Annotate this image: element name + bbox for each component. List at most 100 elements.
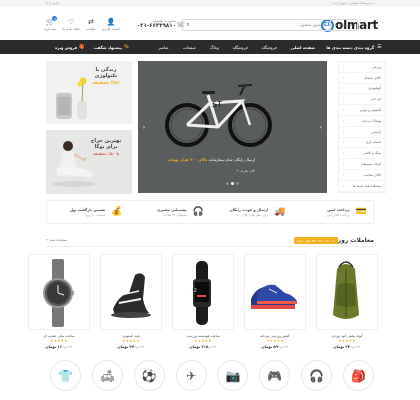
sidebar-item[interactable]: کالای دیجیتال ‹ <box>339 73 385 84</box>
product-price: ۴۷۰,۰۰۰ تومان <box>117 344 145 349</box>
sidebar-item-label: سنگ و کاشی <box>363 151 381 156</box>
sidebar-item-label: مشاهده همه دسته ها <box>352 183 381 188</box>
product-image[interactable]: 12 <box>172 254 234 330</box>
product-card[interactable]: کوله پشتی کوه نوردی ★★★★★ ۳۴۰,۰۰۰ تومان <box>316 254 378 358</box>
hero-slider[interactable]: ST ‹ › ارسال رایگان تمام سفارشات بالای ۲… <box>138 61 327 193</box>
backpack-category-icon[interactable]: 🎒 <box>343 360 374 391</box>
sidebar-item[interactable]: کامپیوتر و لوازم ‹ <box>339 105 385 116</box>
product-rating: ★★★★★ <box>194 339 212 343</box>
product-image[interactable] <box>28 254 90 330</box>
sidebar-item[interactable]: کالای سلامت ‹ <box>339 170 385 181</box>
slider-next-icon[interactable]: › <box>317 122 325 132</box>
slider-dot-active[interactable] <box>231 182 234 185</box>
sidebar-item-label: کالای دیجیتال <box>363 75 381 80</box>
cart-label: سبد خرید <box>44 27 56 31</box>
percent-icon: % <box>124 44 129 50</box>
nav-item-elements[interactable]: عناصر <box>151 45 175 50</box>
cart-button[interactable]: 🛒 0 سبد خرید <box>44 16 58 32</box>
sidebar-item[interactable]: ورزش ‹ <box>339 62 385 73</box>
smartwatch-image: 12 <box>191 261 211 325</box>
product-name[interactable]: کفش ورزشی مردانه <box>244 334 306 338</box>
headset-icon: 🎧 <box>192 207 204 217</box>
product-image[interactable] <box>100 254 162 330</box>
top-strip-right-text: به فروشگاه کولمارت خوش آمدید <box>332 0 374 5</box>
product-name[interactable]: کوله پشتی کوه نوردی <box>316 334 378 338</box>
product-card[interactable]: 12 ساعت هوشمند ورزشی ★★★★★ ۲۱۸,۰۰۰ تومان <box>172 254 234 358</box>
credit-card-icon: 💳 <box>355 207 367 217</box>
slider-headline: ارسال رایگان تمام سفارشات بالای ۲۰۰ هزار… <box>155 157 255 162</box>
account-label: حساب کاربری <box>102 27 120 31</box>
special-sale-button[interactable]: 🎁 فروش ویژه <box>55 45 85 50</box>
view-all-link[interactable]: مشاهده همه ← <box>46 238 67 242</box>
sidebar-item-label: کوهنوردی <box>368 86 381 91</box>
product-image[interactable] <box>316 254 378 330</box>
slider-dot[interactable] <box>236 182 239 185</box>
nav-item-home[interactable]: صفحه اصلی <box>284 45 322 50</box>
product-card[interactable]: ساعت مچی عقربه ای ★★★★★ ۱۶۰,۰۰۰ تومان <box>28 254 90 358</box>
plane-category-icon[interactable]: ✈ <box>175 360 207 391</box>
banner-technology[interactable]: زندگی با تکنولوژی ۲۵٪ تخفیف <box>46 61 132 124</box>
sidebar-item[interactable]: اسباب بازی ‹ <box>339 138 385 149</box>
product-image[interactable] <box>244 254 306 330</box>
search-category-select[interactable]: همه دسته ها <box>329 20 357 30</box>
sidebar-item[interactable]: کوهنوردی ‹ <box>339 84 385 95</box>
chevron-left-icon: ‹ <box>343 108 345 113</box>
nav-item-store[interactable]: فروشگاه <box>226 45 255 50</box>
top-strip-left-text[interactable]: تماس با ما <box>46 1 59 5</box>
sofa-category-icon[interactable]: 🛋 <box>91 360 123 391</box>
nav-item-pages[interactable]: صفحات <box>176 45 203 50</box>
product-price: ۲۱۸,۰۰۰ تومان <box>189 344 217 349</box>
sidebar-item-label: ادوات موسیقی <box>361 162 381 167</box>
product-name[interactable]: بایند اسنوبرد <box>100 334 162 338</box>
compare-button[interactable]: ⇄ مقایسه <box>86 18 95 32</box>
sidebar-item[interactable]: ادوات موسیقی ‹ <box>339 159 385 170</box>
headphones-category-icon[interactable]: 🎧 <box>301 360 333 391</box>
chevron-left-icon: ‹ <box>343 172 345 177</box>
sidebar-item-label: پوشاک مردانه <box>362 118 381 123</box>
chevron-left-icon: ‹ <box>343 64 345 69</box>
truck-icon: 🚚 <box>274 207 286 217</box>
feature-sub: پرداخت آنلاین امن <box>327 212 350 217</box>
sidebar-item[interactable]: لپ تاپ ‹ <box>339 94 385 106</box>
gamepad-category-icon[interactable]: 🎮 <box>259 360 291 391</box>
slider-headline-highlight: بالای ۲۰۰ هزار تومان <box>168 157 208 162</box>
category-menu-button[interactable]: ☰ گروه بندی دسته بندی ها <box>324 40 384 54</box>
support-phone-number[interactable]: ۰۲۱-۶۶۳۴۹۸۱۰ <box>128 23 176 29</box>
compare-label: مقایسه <box>86 27 96 31</box>
feature-sub: پشتیبانی ۲۴ ساعته <box>163 212 187 217</box>
wishlist-icon: ♡ <box>68 18 75 26</box>
slider-shop-now-link[interactable]: الان بخرید ← <box>155 169 255 173</box>
sidebar-item-view-all[interactable]: مشاهده همه دسته ها ‹ <box>339 181 385 192</box>
slider-dot[interactable] <box>226 182 229 185</box>
sneakers-image <box>251 284 297 309</box>
wishlist-label: علاقه مندی ها <box>62 27 80 31</box>
sidebar-item-label: آرایشی <box>371 129 381 134</box>
nav-item-shop[interactable]: فروشگاه <box>255 45 284 50</box>
chevron-left-icon: ‹ <box>343 129 345 134</box>
category-icons-row: 🎒 🎧 🎮 📷 ✈ ⚽ 🛋 👕 <box>50 360 374 396</box>
feature-sub: ضمانت ۳۰ روزه <box>85 212 106 217</box>
nav-item-blog[interactable]: وبلاگ <box>203 45 226 50</box>
sidebar-item[interactable]: پوشاک مردانه ‹ <box>339 116 385 127</box>
sidebar-item[interactable]: آرایشی ‹ <box>339 127 385 138</box>
header: CC olmart همه دسته ها ⌕ ☏ تماس با پشتیبا… <box>0 6 420 42</box>
slider-prev-icon[interactable]: ‹ <box>140 122 148 132</box>
wishlist-button[interactable]: ♡ علاقه مندی ها <box>62 18 79 32</box>
feature-title: ارسال و عودت رایگان <box>229 207 269 212</box>
ball-category-icon[interactable]: ⚽ <box>133 360 165 391</box>
tshirt-category-icon[interactable]: 👕 <box>50 360 82 391</box>
search-bar: همه دسته ها ⌕ <box>182 19 358 31</box>
category-sidebar: ورزش ‹ کالای دیجیتال ‹ کوهنوردی ‹ لپ تاپ ‹ ک… <box>338 61 386 193</box>
product-name[interactable]: ساعت مچی عقربه ای <box>28 334 90 338</box>
sidebar-item[interactable]: سنگ و کاشی ‹ <box>339 148 385 160</box>
support-phone: ☏ تماس با پشتیبانی ۰۲۱-۶۶۳۴۹۸۱۰ <box>128 19 185 29</box>
countdown-timer: ۰۲ : ۱۸ : ۴۵ : ۳۴ باقی مانده <box>293 237 338 244</box>
account-button[interactable]: 👤 حساب کاربری <box>102 18 120 32</box>
product-name[interactable]: ساعت هوشمند ورزشی <box>172 334 234 338</box>
search-input[interactable] <box>193 23 330 27</box>
camera-category-icon[interactable]: 📷 <box>217 360 249 391</box>
special-offer-button[interactable]: % پیشنهاد شگفت <box>94 45 129 50</box>
product-card[interactable]: بایند اسنوبرد ★★★★★ ۴۷۰,۰۰۰ تومان <box>100 254 162 358</box>
product-card[interactable]: کفش ورزشی مردانه ★★★★★ ۵۹۰,۰۰۰ تومان <box>244 254 306 358</box>
banner-yoga[interactable]: بهترین حراج برای یوگا تا ۵۰٪ تخفیف <box>46 130 132 194</box>
